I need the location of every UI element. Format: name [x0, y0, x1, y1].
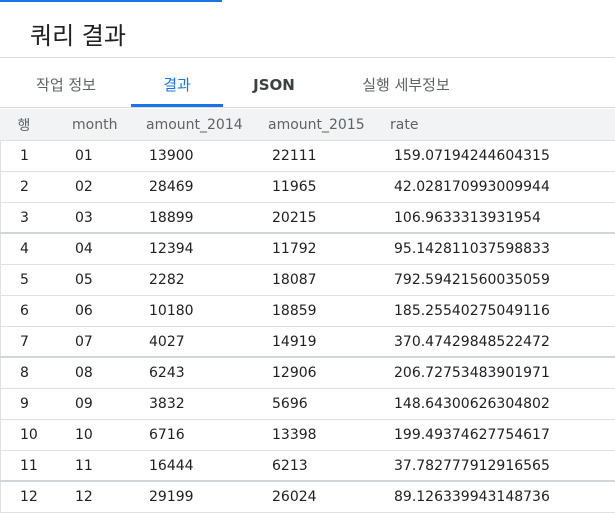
cell-rate: 159.07194244604315	[394, 148, 550, 164]
row-number: 10	[20, 427, 38, 443]
cell-rate: 206.72753483901971	[394, 365, 550, 381]
cell-rate: 95.142811037598833	[394, 241, 550, 257]
row-number: 6	[20, 303, 29, 319]
table-header-row: 행 month amount_2014 amount_2015 rate	[0, 109, 615, 141]
table-row: 8 08 6243 12906 206.72753483901971	[0, 358, 615, 389]
cell-amount-2014: 13900	[149, 148, 194, 164]
row-number: 3	[20, 209, 29, 226]
tab-job-info[interactable]: 작업 정보	[18, 58, 114, 108]
cell-month: 02	[75, 179, 93, 195]
cell-amount-2015: 6213	[272, 457, 308, 474]
cell-amount-2015: 20215	[272, 209, 317, 226]
cell-month: 12	[75, 489, 93, 505]
cell-amount-2014: 10180	[149, 303, 194, 319]
cell-amount-2015: 11792	[272, 241, 317, 257]
cell-month: 05	[75, 272, 93, 288]
row-number: 12	[20, 489, 38, 505]
cell-rate: 185.25540275049116	[394, 303, 550, 319]
row-number: 9	[20, 396, 29, 412]
cell-month: 09	[75, 396, 93, 412]
cell-amount-2015: 22111	[272, 148, 317, 164]
header-month[interactable]: month	[72, 109, 117, 140]
cell-amount-2014: 3832	[149, 396, 185, 412]
table-row: 1 01 13900 22111 159.07194244604315	[0, 141, 615, 172]
cell-month: 08	[75, 365, 93, 381]
cell-month: 03	[75, 209, 93, 226]
cell-amount-2015: 5696	[272, 396, 308, 412]
cell-amount-2014: 18899	[149, 209, 194, 226]
table-row: 9 09 3832 5696 148.64300626304802	[0, 389, 615, 420]
table-row: 10 10 6716 13398 199.49374627754617	[0, 420, 615, 451]
cell-amount-2014: 6243	[149, 365, 185, 381]
table-row: 4 04 12394 11792 95.142811037598833	[0, 234, 615, 265]
cell-amount-2014: 6716	[149, 427, 185, 443]
tab-results[interactable]: 결과	[131, 58, 223, 108]
cell-rate: 37.782777912916565	[394, 457, 550, 474]
row-number: 2	[20, 179, 29, 195]
row-number: 8	[20, 365, 29, 381]
header-rate[interactable]: rate	[390, 109, 418, 140]
cell-month: 10	[75, 427, 93, 443]
cell-rate: 106.9633313931954	[394, 209, 541, 226]
row-number: 7	[20, 333, 29, 350]
cell-amount-2015: 18087	[272, 272, 317, 288]
cell-amount-2015: 18859	[272, 303, 317, 319]
row-number: 5	[20, 272, 29, 288]
cell-month: 07	[75, 333, 93, 350]
cell-amount-2014: 16444	[149, 457, 194, 474]
cell-amount-2015: 11965	[272, 179, 317, 195]
cell-rate: 89.126339943148736	[394, 489, 550, 505]
cell-amount-2015: 13398	[272, 427, 317, 443]
cell-amount-2014: 2282	[149, 272, 185, 288]
cell-amount-2014: 29199	[149, 489, 194, 505]
results-table: 행 month amount_2014 amount_2015 rate 1 0…	[0, 109, 615, 513]
cell-amount-2014: 28469	[149, 179, 194, 195]
header-amount-2014[interactable]: amount_2014	[146, 109, 243, 140]
result-tabs: 작업 정보 결과 JSON 실행 세부정보	[0, 58, 615, 108]
row-number: 11	[20, 457, 38, 474]
cell-amount-2015: 14919	[272, 333, 317, 350]
cell-month: 11	[75, 457, 93, 474]
cell-month: 04	[75, 241, 93, 257]
cell-amount-2015: 12906	[272, 365, 317, 381]
header-amount-2015[interactable]: amount_2015	[268, 109, 365, 140]
cell-amount-2014: 4027	[149, 333, 185, 350]
cell-month: 06	[75, 303, 93, 319]
cell-amount-2015: 26024	[272, 489, 317, 505]
title-bar: 쿼리 결과	[0, 2, 615, 58]
active-tab-indicator	[131, 104, 223, 107]
cell-rate: 148.64300626304802	[394, 396, 550, 412]
row-number: 1	[20, 148, 29, 164]
tab-json[interactable]: JSON	[238, 58, 310, 108]
page-title: 쿼리 결과	[30, 22, 126, 50]
cell-month: 01	[75, 148, 93, 164]
row-number: 4	[20, 241, 29, 257]
tab-execution-details[interactable]: 실행 세부정보	[340, 58, 472, 108]
table-row: 6 06 10180 18859 185.25540275049116	[0, 296, 615, 327]
table-row: 7 07 4027 14919 370.47429848522472	[0, 327, 615, 358]
header-row-number: 행	[17, 117, 31, 134]
table-row: 11 11 16444 6213 37.782777912916565	[0, 451, 615, 482]
table-row: 12 12 29199 26024 89.126339943148736	[0, 482, 615, 513]
table-row: 2 02 28469 11965 42.028170993009944	[0, 172, 615, 203]
cell-rate: 370.47429848522472	[394, 333, 550, 350]
table-row: 5 05 2282 18087 792.59421560035059	[0, 265, 615, 296]
cell-rate: 792.59421560035059	[394, 272, 550, 288]
cell-amount-2014: 12394	[149, 241, 194, 257]
table-row: 3 03 18899 20215 106.9633313931954	[0, 203, 615, 234]
cell-rate: 199.49374627754617	[394, 427, 550, 443]
cell-rate: 42.028170993009944	[394, 179, 550, 195]
